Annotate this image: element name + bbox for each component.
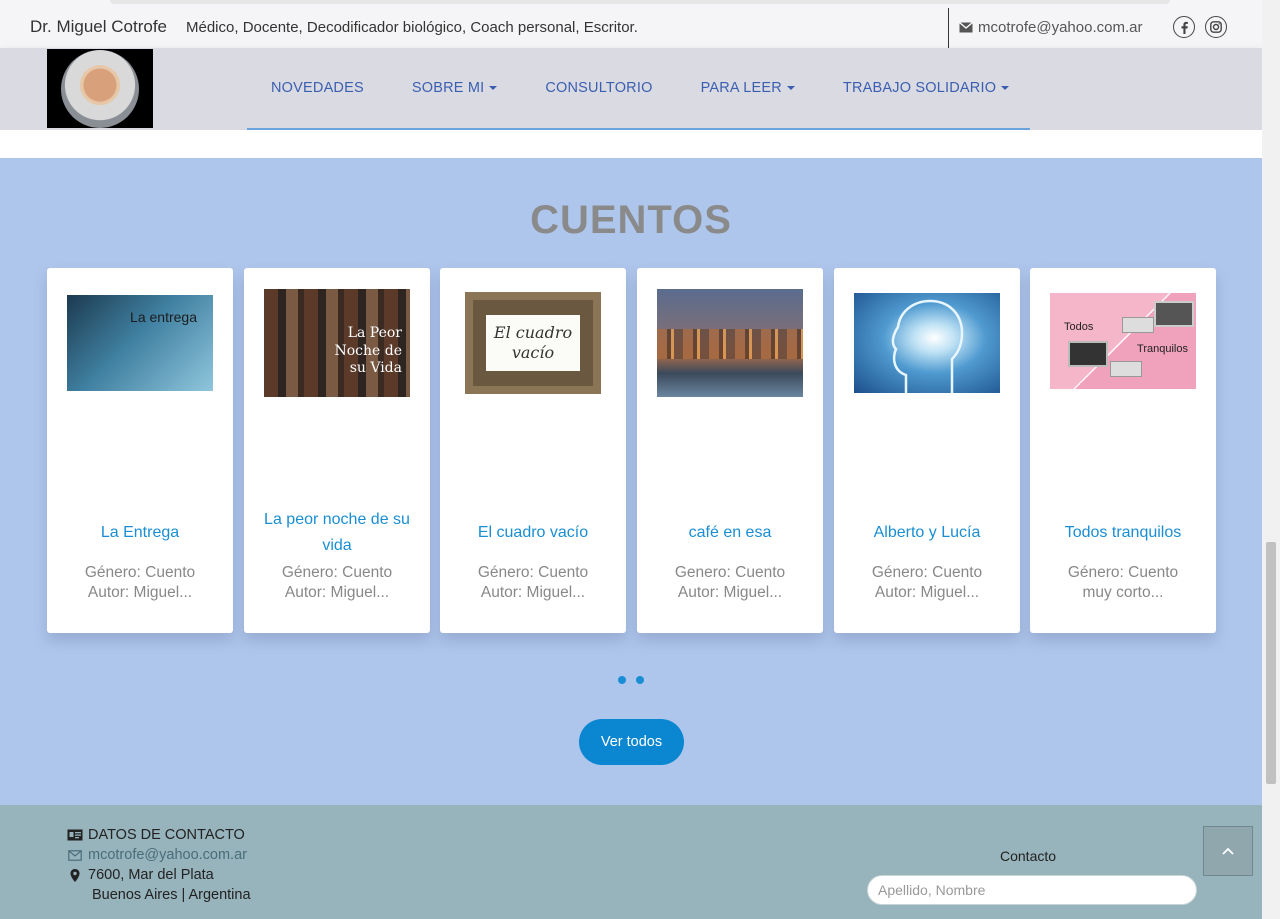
facebook-icon[interactable] [1173,16,1195,38]
brand-tagline: Médico, Docente, Decodificador biológico… [186,19,638,36]
nav-item-label: SOBRE MI [411,80,485,96]
story-meta: Género: Cuento Autor: Miguel... [450,563,616,603]
chevron-up-icon [1222,847,1234,855]
brand-name[interactable]: Dr. Miguel Cotrofe [30,17,167,37]
story-thumbnail[interactable] [657,289,803,397]
story-author: Autor: Miguel... [677,584,783,601]
story-meta: Genero: Cuento Autor: Miguel... [647,563,813,603]
caret-down-icon [1001,86,1010,91]
monitor-icon [1154,301,1194,327]
footer: DATOS DE CONTACTO mcotrofe@yahoo.com.ar … [0,805,1262,919]
carousel-dot[interactable] [636,676,644,684]
instagram-icon[interactable] [1205,16,1227,38]
nav-item-sobre-mi[interactable]: SOBRE MI [412,80,498,96]
section-title: CUENTOS [530,198,732,242]
story-card[interactable]: Alberto y Lucía Género: Cuento Autor: Mi… [834,268,1020,633]
scrollbar-thumb[interactable] [1266,542,1276,784]
address-line-1: 7600, Mar del Plata [70,867,214,883]
footer-email-link[interactable]: mcotrofe@yahoo.com.ar [68,847,247,863]
profile-logo[interactable] [47,49,153,128]
address-line-2: Buenos Aires | Argentina [92,887,251,903]
id-card-icon [67,829,83,841]
frame-canvas: El cuadro vacío [486,315,580,371]
story-thumbnail[interactable]: El cuadro vacío [465,292,601,394]
story-meta: Género: Cuento Autor: Miguel... [57,563,223,603]
carousel-dot[interactable] [618,676,626,684]
story-thumbnail[interactable]: La Peor Noche de su Vida [264,289,410,397]
ver-todos-button[interactable]: Ver todos [579,719,684,765]
story-title[interactable]: café en esa [647,520,813,546]
nav-menu: NOVEDADES SOBRE MI CONSULTORIO PARA LEER… [247,48,1030,131]
spacer [0,130,1262,158]
avatar [61,49,139,128]
laptop-icon [1122,317,1154,333]
header-email-link[interactable]: mcotrofe@yahoo.com.ar [959,19,1142,36]
caret-down-icon [786,86,795,91]
story-author: Autor: Miguel... [284,584,390,601]
envelope-icon [959,22,973,33]
town-buildings [657,329,803,359]
cuentos-section: CUENTOS La entrega La Entrega Género: Cu… [0,158,1262,805]
story-title[interactable]: La Entrega [57,520,223,546]
thumbnail-caption-b: Tranquilos [1137,343,1188,355]
top-info-bar: Dr. Miguel Cotrofe Médico, Docente, Deco… [0,0,1262,49]
story-genre: Género: Cuento [477,564,589,581]
name-input[interactable] [867,875,1197,905]
story-author: Autor: Miguel... [874,584,980,601]
story-genre: Género: Cuento [281,564,393,581]
story-card[interactable]: El cuadro vacío El cuadro vacío Género: … [440,268,626,633]
page-scrollbar[interactable] [1262,0,1280,919]
footer-email-text: mcotrofe@yahoo.com.ar [88,847,247,863]
story-genre: Género: Cuento [871,564,983,581]
address-line-1-text: 7600, Mar del Plata [88,867,214,883]
nav-item-novedades[interactable]: NOVEDADES [271,80,364,96]
main-navbar: NOVEDADES SOBRE MI CONSULTORIO PARA LEER… [0,48,1262,131]
map-marker-icon [70,868,80,882]
nav-item-label: PARA LEER [700,80,782,96]
story-author: Autor: Miguel... [87,584,193,601]
caret-down-icon [489,86,498,91]
thumbnail-caption: El cuadro vacío [493,323,573,362]
story-meta: Género: Cuento Autor: Miguel... [844,563,1010,603]
nav-item-label: TRABAJO SOLIDARIO [842,80,997,96]
contact-heading-text: DATOS DE CONTACTO [88,827,245,843]
story-title[interactable]: El cuadro vacío [450,520,616,546]
story-card[interactable]: La Peor Noche de su Vida La peor noche d… [244,268,430,633]
top-edge [110,0,1170,4]
story-title[interactable]: La peor noche de su vida [254,507,420,559]
story-genre: Género: Cuento [84,564,196,581]
story-genre: Género: Cuento [1067,564,1179,581]
head-silhouette [891,299,964,393]
story-title[interactable]: Alberto y Lucía [844,520,1010,546]
story-genre: Genero: Cuento [674,564,786,581]
story-thumbnail[interactable]: La entrega [67,295,213,391]
back-to-top-button[interactable] [1203,826,1253,876]
envelope-icon [68,849,82,861]
thumbnail-caption: La Peor Noche de su Vida [334,325,402,376]
story-card[interactable]: La entrega La Entrega Género: Cuento Aut… [47,268,233,633]
contact-heading: DATOS DE CONTACTO [67,827,245,843]
story-meta: Género: Cuento muy corto... [1040,563,1206,603]
story-thumbnail[interactable]: Todos Tranquilos [1050,293,1196,389]
nav-item-para-leer[interactable]: PARA LEER [701,80,795,96]
laptop-icon [1110,361,1142,377]
story-author: Autor: Miguel... [480,584,586,601]
header-divider [948,8,949,48]
monitor-icon [1068,341,1108,367]
nav-item-consultorio[interactable]: CONSULTORIO [545,80,652,96]
story-title[interactable]: Todos tranquilos [1040,520,1206,546]
story-thumbnail[interactable] [854,293,1000,393]
story-card[interactable]: café en esa Genero: Cuento Autor: Miguel… [637,268,823,633]
nav-item-label: NOVEDADES [271,80,364,96]
thumbnail-caption: La entrega [130,309,197,325]
thumbnail-caption-a: Todos [1064,321,1094,333]
nav-item-trabajo-solidario[interactable]: TRABAJO SOLIDARIO [842,80,1010,96]
story-meta: Género: Cuento Autor: Miguel... [254,563,420,603]
contact-form-label: Contacto [1000,848,1057,864]
story-author: muy corto... [1082,584,1164,601]
header-email-text: mcotrofe@yahoo.com.ar [978,19,1143,36]
nav-item-label: CONSULTORIO [545,80,653,96]
story-card[interactable]: Todos Tranquilos Todos tranquilos Género… [1030,268,1216,633]
carousel-pagination [618,676,644,684]
